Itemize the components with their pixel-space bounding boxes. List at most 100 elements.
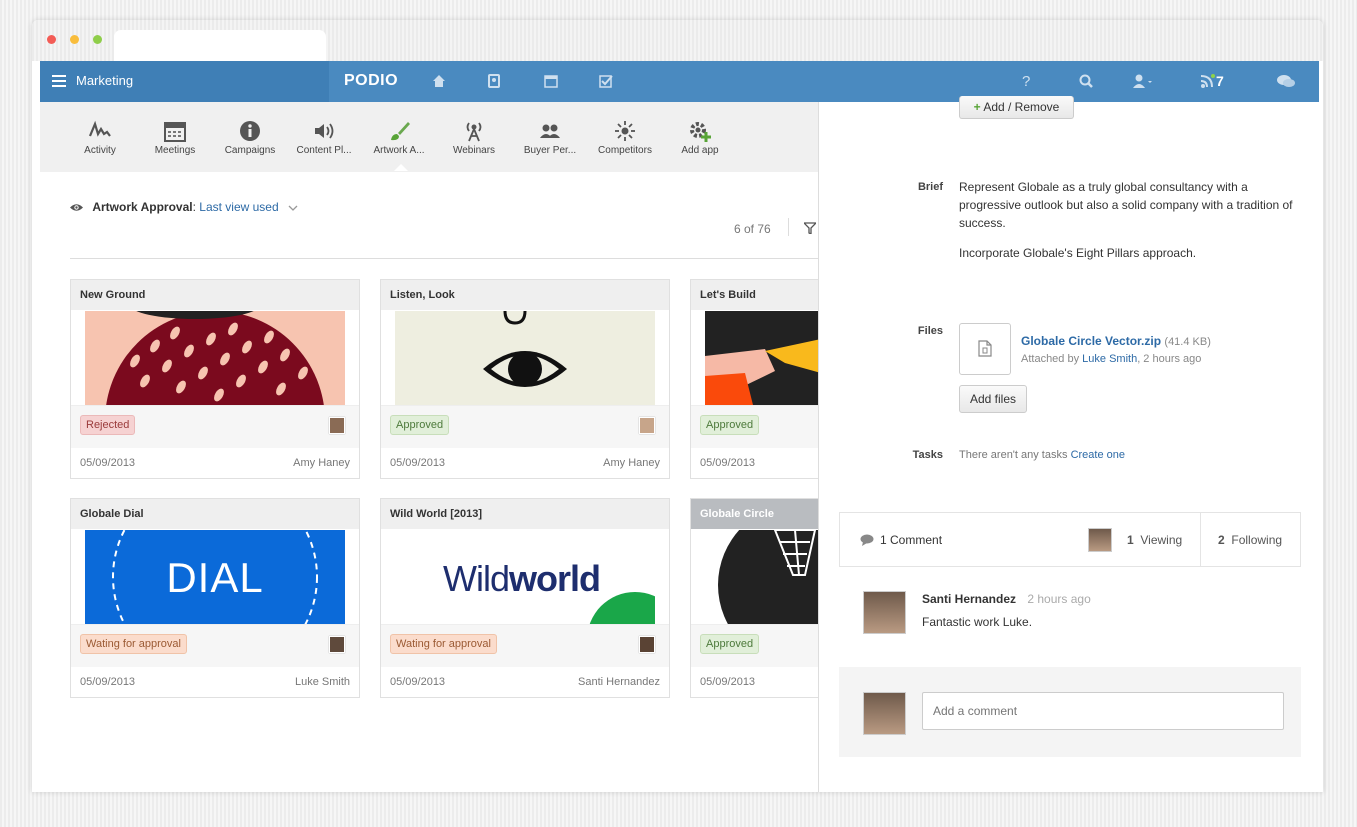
card-status-row: Wating for approval [381,624,669,667]
megaphone-icon [315,123,334,139]
comment-icon [860,534,874,546]
add-comment-input[interactable] [922,692,1284,730]
item-card-new-ground[interactable]: New Ground Rejected 05/09/2013 Amy Haney [70,279,360,479]
create-task-link[interactable]: Create one [1071,449,1125,461]
item-count: 6 of 76 [734,222,771,236]
card-image: DIAL [85,530,345,624]
app-activity[interactable]: Activity [62,102,138,172]
chat-icon[interactable] [1276,74,1296,88]
browser-window: Marketing PODIO ? 7 Activity Meetings Ca… [32,20,1323,792]
commenter-avatar[interactable] [863,591,906,634]
chevron-down-icon[interactable] [288,205,298,211]
user-menu-icon[interactable] [1132,74,1156,88]
card-title: Wild World [2013] [381,499,669,529]
app-webinars[interactable]: Webinars [436,102,512,172]
viewing-count[interactable]: 1 Viewing [1127,533,1182,547]
view-selector[interactable]: Last view used [199,200,278,214]
workspace-switcher[interactable]: Marketing [40,61,329,102]
contacts-icon[interactable] [487,74,501,88]
tasks-icon[interactable] [599,74,613,88]
item-grid-panel: Artwork Approval: Last view used 6 of 76… [40,172,821,792]
card-author: Santi Hernandez [578,676,660,688]
tasks-label: Tasks [912,449,943,461]
active-app-indicator [394,164,408,171]
following-count[interactable]: 2 Following [1218,533,1282,547]
card-image [705,311,821,405]
notifications-icon[interactable] [1200,74,1216,88]
notification-count[interactable]: 7 [1216,73,1224,89]
status-badge: Wating for approval [80,634,187,654]
card-title: Globale Circle [691,499,821,529]
add-files-button[interactable]: Add files [959,385,1027,413]
brief-label: Brief [917,181,943,193]
tasks-value: There aren't any tasks Create one [959,449,1125,461]
item-card-wild-world[interactable]: Wild World [2013] Wildworld Wating for a… [380,498,670,698]
top-navigation-bar: Marketing PODIO ? 7 [40,61,1319,103]
card-author: Amy Haney [293,457,350,469]
add-remove-button[interactable]: + Add / Remove [959,96,1074,119]
item-card-globale-circle[interactable]: Globale Circle Approved 05/09/2013 [690,498,821,698]
card-author: Luke Smith [294,676,350,688]
card-footer: 05/09/2013 Amy Haney [71,448,359,478]
header-rule [70,258,820,259]
app-content-plan[interactable]: Content Pl... [286,102,362,172]
browser-tab[interactable] [114,30,326,61]
app-buyer-personas[interactable]: Buyer Per... [512,102,588,172]
info-icon [240,121,260,141]
comment-header: Santi Hernandez 2 hours ago [922,592,1091,606]
card-image [85,311,345,405]
card-footer: 05/09/2013 Luke Smith [71,667,359,697]
card-status-row: Approved [381,405,669,448]
podio-logo[interactable]: PODIO [344,72,398,90]
app-name: Artwork Approval [92,200,193,214]
filter-icon[interactable] [804,222,816,234]
activity-icon [88,120,111,137]
brief-text: Represent Globale as a truly global cons… [959,180,1293,260]
avatar [329,636,345,653]
divider [788,218,789,236]
home-icon[interactable] [432,74,446,88]
card-title: Listen, Look [381,280,669,310]
card-date: 05/09/2013 [390,676,446,688]
file-name-link[interactable]: Globale Circle Vector.zip [1021,334,1161,348]
card-image-text: DIAL [166,554,264,601]
menu-icon[interactable] [52,75,66,87]
file-info: Globale Circle Vector.zip (41.4 KB) [1021,332,1211,351]
avatar [639,636,655,653]
card-date: 05/09/2013 [80,457,136,469]
search-icon[interactable] [1079,74,1093,88]
card-title: Globale Dial [71,499,359,529]
app-artwork-approval[interactable]: Artwork A... [361,102,437,172]
maximize-window-button[interactable] [93,35,102,44]
burst-icon [615,121,635,141]
comment-time: 2 hours ago [1027,592,1091,606]
card-title: Let's Build [691,280,821,310]
add-app-button[interactable]: Add app [662,102,738,172]
item-card-listen-look[interactable]: Listen, Look Approved 05/09/2013 Amy Hane… [380,279,670,479]
help-icon[interactable]: ? [1022,73,1030,90]
calendar-icon[interactable] [544,74,558,88]
file-thumbnail[interactable] [959,323,1011,375]
close-window-button[interactable] [47,35,56,44]
antenna-icon [466,122,482,142]
comment-author[interactable]: Santi Hernandez [922,592,1016,606]
card-image: Wildworld [395,530,655,624]
app-meetings[interactable]: Meetings [137,102,213,172]
comment-count[interactable]: 1 Comment [880,533,942,547]
card-footer: 05/09/2013 Santi Hernandez [381,667,669,697]
app-campaigns[interactable]: Campaigns [212,102,288,172]
card-image-text: Wildworld [443,558,601,599]
item-card-lets-build[interactable]: Let's Build Approved 05/09/2013 [690,279,821,479]
card-status-row: Approved [691,405,821,448]
minimize-window-button[interactable] [70,35,79,44]
app-competitors[interactable]: Competitors [587,102,663,172]
workspace-name: Marketing [76,73,134,88]
comments-bar: 1 Comment 1 Viewing 2 Following [839,512,1301,567]
attached-by-link[interactable]: Luke Smith [1082,353,1137,365]
browser-chrome [32,20,1323,61]
item-card-globale-dial[interactable]: Globale Dial DIAL Wating for approval 05… [70,498,360,698]
people-icon [540,124,560,138]
card-footer: 05/09/2013 [691,667,821,697]
card-image [395,311,655,405]
files-label: Files [917,325,943,337]
